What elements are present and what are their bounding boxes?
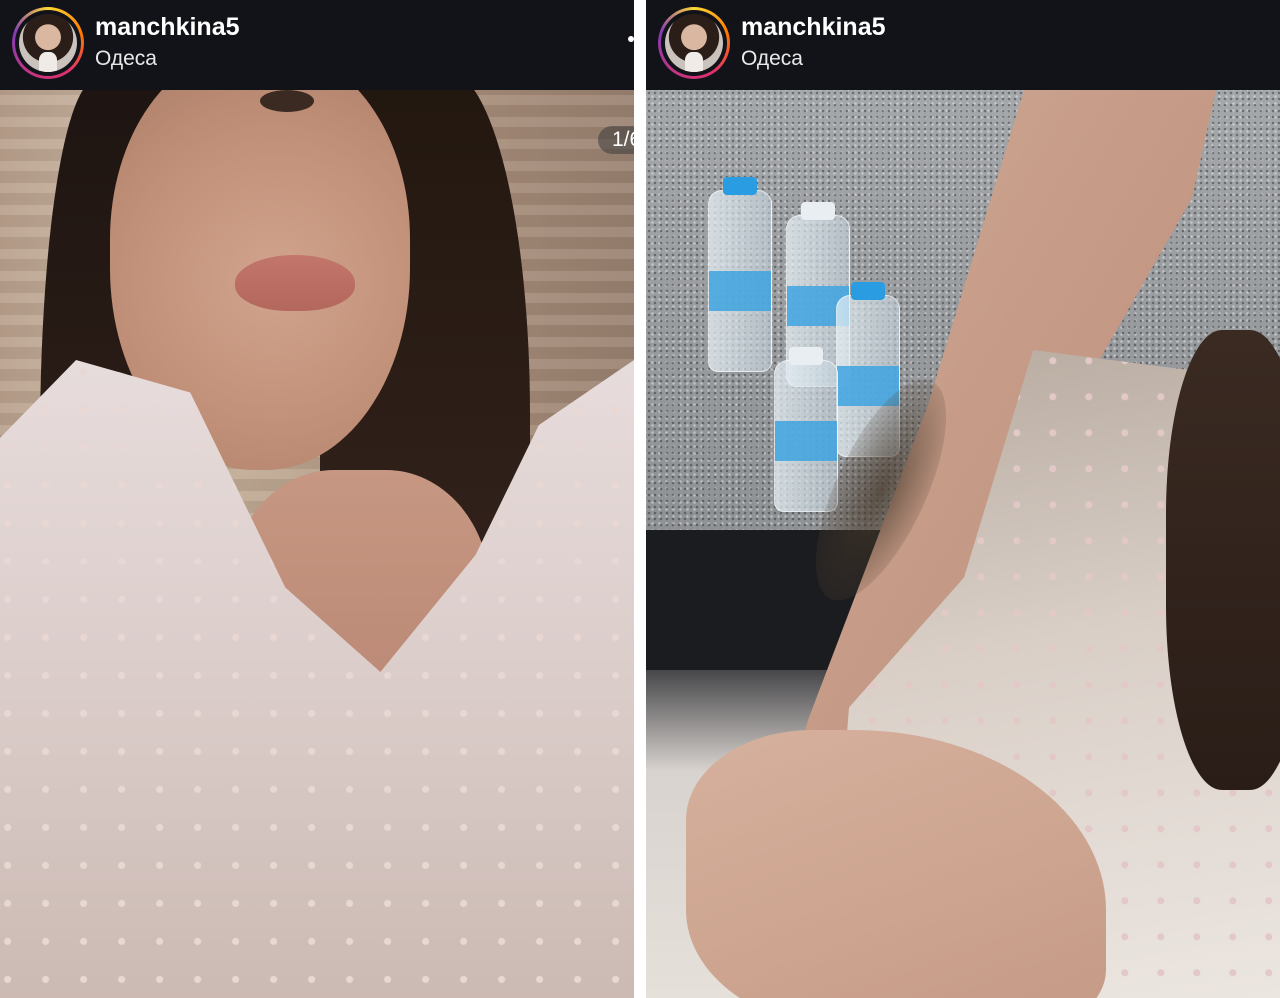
username[interactable]: manchkina5 xyxy=(741,13,886,42)
more-options-icon[interactable] xyxy=(628,36,634,42)
post-image[interactable] xyxy=(0,90,634,998)
post-header: manchkina5 Одеса xyxy=(646,0,1280,90)
post-image[interactable] xyxy=(646,90,1280,998)
location[interactable]: Одеса xyxy=(741,47,803,71)
post-panel-right: manchkina5 Одеса 4 xyxy=(646,0,1280,998)
avatar[interactable] xyxy=(19,14,77,72)
avatar[interactable] xyxy=(665,14,723,72)
story-ring[interactable] xyxy=(658,7,730,79)
story-ring[interactable] xyxy=(12,7,84,79)
carousel-counter: 1/6 xyxy=(598,126,634,154)
post-header: manchkina5 Одеса xyxy=(0,0,634,90)
location[interactable]: Одеса xyxy=(95,47,157,71)
username[interactable]: manchkina5 xyxy=(95,13,240,42)
post-panel-left: manchkina5 Одеса 1/6 xyxy=(0,0,634,998)
